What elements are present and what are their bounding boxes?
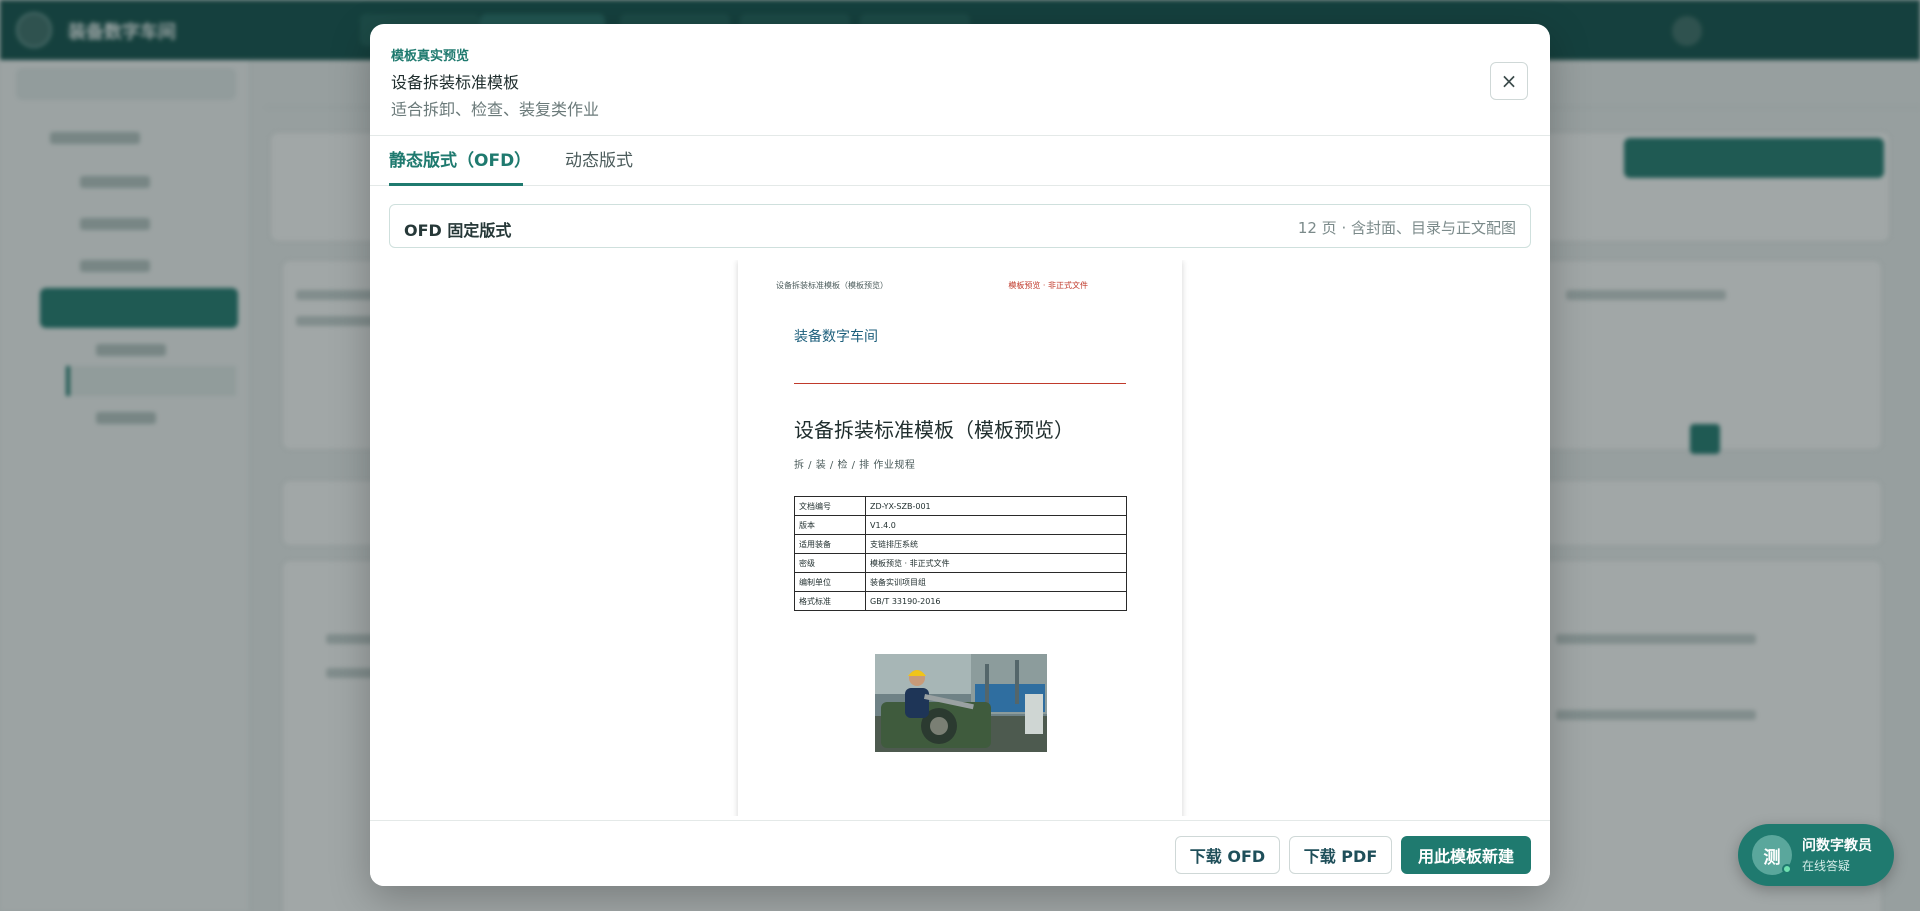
page-title: 设备拆装标准模板（模板预览） [794, 418, 1074, 442]
table-key: 版本 [794, 515, 866, 535]
assistant-widget[interactable]: 测 问数字教员 在线答疑 [1738, 824, 1894, 886]
table-row: 文档编号 ZD-YX-SZB-001 [794, 496, 1127, 516]
create-from-template-button[interactable]: 用此模板新建 [1401, 836, 1531, 874]
table-key: 编制单位 [794, 572, 866, 592]
table-row: 格式标准 GB/T 33190-2016 [794, 591, 1127, 611]
ofd-title: OFD 固定版式 [404, 221, 512, 240]
table-key: 适用装备 [794, 534, 866, 554]
document-page: 设备拆装标准模板（模板预览） 模板预览 · 非正式文件 装备数字车间 设备拆装标… [738, 260, 1182, 816]
table-value: 装备实训项目组 [865, 572, 1127, 592]
ofd-page-info: 12 页 · 含封面、目录与正文配图 [1297, 219, 1516, 237]
table-row: 编制单位 装备实训项目组 [794, 572, 1127, 592]
table-value: GB/T 33190-2016 [865, 591, 1127, 611]
dialog-header: 模板真实预览 设备拆装标准模板 适合拆卸、检查、装复类作业 × [370, 24, 1550, 136]
page-subtitle: 拆 / 装 / 检 / 排 作业规程 [794, 460, 916, 471]
template-preview-dialog: 模板真实预览 设备拆装标准模板 适合拆卸、检查、装复类作业 × 静态版式（OFD… [370, 24, 1550, 886]
table-row: 版本 V1.4.0 [794, 515, 1127, 535]
tab-static-ofd[interactable]: 静态版式（OFD） [389, 136, 531, 186]
document-preview[interactable]: 设备拆装标准模板（模板预览） 模板预览 · 非正式文件 装备数字车间 设备拆装标… [370, 260, 1550, 816]
document-info-table: 文档编号 ZD-YX-SZB-001 版本 V1.4.0 适用装备 支链排压系统 密级… [794, 496, 1127, 611]
table-key: 密级 [794, 553, 866, 573]
table-row: 适用装备 支链排压系统 [794, 534, 1127, 554]
dialog-subtitle: 适合拆卸、检查、装复类作业 [391, 100, 600, 119]
worker-photo [875, 654, 1047, 752]
ofd-info-bar: OFD 固定版式 12 页 · 含封面、目录与正文配图 [389, 204, 1531, 248]
assistant-name: 问数字教员 [1802, 838, 1872, 854]
table-value: 支链排压系统 [865, 534, 1127, 554]
table-value: V1.4.0 [865, 515, 1127, 535]
page-organization: 装备数字车间 [794, 329, 878, 345]
table-row: 密级 模板预览 · 非正式文件 [794, 553, 1127, 573]
format-tabs: 静态版式（OFD） 动态版式 [370, 136, 1550, 186]
close-icon: × [1500, 69, 1518, 93]
close-button[interactable]: × [1490, 62, 1528, 100]
table-value: ZD-YX-SZB-001 [865, 496, 1127, 516]
table-key: 格式标准 [794, 591, 866, 611]
tab-dynamic[interactable]: 动态版式 [538, 136, 660, 186]
assistant-status: 在线答疑 [1802, 859, 1851, 873]
online-status-dot [1782, 864, 1792, 874]
table-key: 文档编号 [794, 496, 866, 516]
dialog-kicker: 模板真实预览 [391, 49, 470, 64]
page-header-left: 设备拆装标准模板（模板预览） [776, 281, 888, 290]
dialog-title: 设备拆装标准模板 [391, 73, 520, 92]
page-header-watermark: 模板预览 · 非正式文件 [1008, 281, 1088, 290]
dialog-footer: 下载 OFD 下载 PDF 用此模板新建 [370, 820, 1550, 886]
page-divider [794, 383, 1126, 384]
download-ofd-button[interactable]: 下载 OFD [1175, 836, 1280, 874]
download-pdf-button[interactable]: 下载 PDF [1289, 836, 1392, 874]
table-value: 模板预览 · 非正式文件 [865, 553, 1127, 573]
